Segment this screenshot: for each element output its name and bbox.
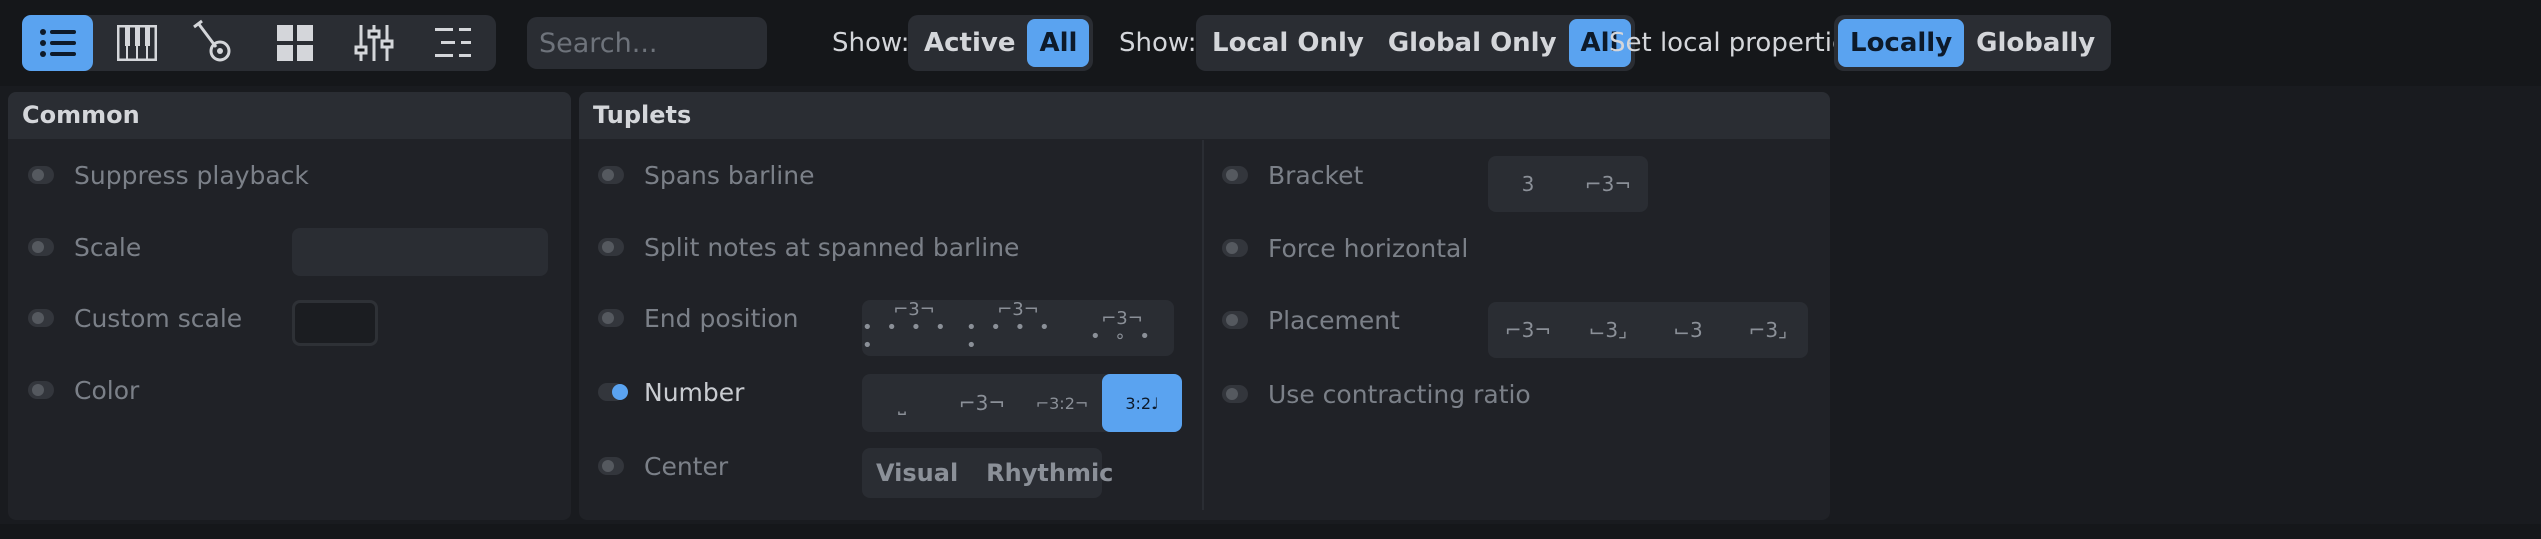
show-all-button[interactable]: All [1027,19,1090,67]
scale-label: Scale [74,232,142,262]
color-row: Color [28,370,139,410]
placement-options: ⌐3¬ ⌙3⌟ ⌙3 ⌐3⌟ [1488,302,1808,358]
scale-toggle[interactable] [28,238,54,256]
show-scope-label: Show: [1119,28,1197,58]
panel-icon-bar [22,15,496,71]
list-icon[interactable] [22,15,93,71]
guitar-icon[interactable] [180,15,251,71]
contracting-ratio-toggle[interactable] [1222,385,1248,403]
split-notes-row: Split notes at spanned barline [598,227,1019,267]
bracket-row: Bracket [1222,155,1363,195]
number-option-ratio[interactable]: ⌐3:2¬ [1022,374,1102,432]
spans-barline-row: Spans barline [598,155,814,195]
tuplets-column-divider [1202,140,1204,510]
bottom-bar [0,524,2541,539]
number-option-3[interactable]: ⌐3¬ [942,374,1022,432]
placement-toggle[interactable] [1222,311,1248,329]
number-label: Number [644,377,745,407]
local-only-button[interactable]: Local Only [1200,19,1376,67]
piano-icon[interactable] [101,15,172,71]
placement-option-2[interactable]: ⌙3⌟ [1568,302,1648,358]
split-notes-toggle[interactable] [598,238,624,256]
locally-button[interactable]: Locally [1838,19,1965,67]
bracket-label: Bracket [1268,160,1364,190]
bracket-option-bracket[interactable]: ⌐3¬ [1568,156,1648,212]
bracket-toggle[interactable] [1222,166,1248,184]
suppress-playback-row: Suppress playback [28,155,309,195]
center-visual-button[interactable]: Visual [862,448,972,498]
spans-barline-toggle[interactable] [598,166,624,184]
common-panel-title: Common [8,92,571,139]
scale-input[interactable] [292,228,548,276]
placement-option-3[interactable]: ⌙3 [1648,302,1728,358]
global-only-button[interactable]: Global Only [1376,19,1569,67]
show-active-button[interactable]: Active [912,19,1027,67]
placement-option-1[interactable]: ⌐3¬ [1488,302,1568,358]
center-options: Visual Rhythmic [862,448,1113,498]
custom-scale-row: Custom scale [28,298,242,338]
custom-scale-label: Custom scale [74,303,243,333]
center-label: Center [644,451,729,481]
sliders-icon[interactable] [338,15,409,71]
end-position-option-2[interactable]: ⌐3¬ • • • • • [966,300,1070,356]
end-position-option-3[interactable]: ⌐3¬ • ∘ • [1070,300,1174,356]
spans-barline-label: Spans barline [644,160,815,190]
suppress-playback-label: Suppress playback [74,160,309,190]
grid-icon[interactable] [259,15,330,71]
placement-option-4[interactable]: ⌐3⌟ [1728,302,1808,358]
force-horizontal-toggle[interactable] [1222,239,1248,257]
center-rhythmic-button[interactable]: Rhythmic [972,448,1127,498]
number-toggle[interactable] [598,383,628,401]
show-active-label: Show: [832,28,910,58]
set-local-toggle: Locally Globally [1834,15,2112,71]
end-position-toggle[interactable] [598,309,624,327]
bracket-option-number[interactable]: 3 [1488,156,1568,212]
custom-scale-toggle[interactable] [28,309,54,327]
contracting-ratio-row: Use contracting ratio [1222,374,1531,414]
force-horizontal-label: Force horizontal [1268,233,1469,263]
split-notes-label: Split notes at spanned barline [644,232,1020,262]
center-toggle[interactable] [598,457,624,475]
number-option-bracket[interactable]: ⎵ [862,374,942,432]
set-local-label: Set local properties: [1609,28,1871,58]
number-options: ⎵ ⌐3¬ ⌐3:2¬ 3:2♩ [862,374,1182,432]
toolbar: Show: Active All Show: Local Only Global… [0,0,2541,86]
placement-row: Placement [1222,300,1400,340]
globally-button[interactable]: Globally [1964,19,2107,67]
placement-label: Placement [1268,305,1400,335]
scale-row: Scale [28,227,141,267]
force-horizontal-row: Force horizontal [1222,228,1468,268]
color-label: Color [74,375,140,405]
contracting-ratio-label: Use contracting ratio [1268,379,1531,409]
end-position-label: End position [644,303,799,333]
number-row: Number [598,372,744,412]
show-active-toggle: Active All [908,15,1094,71]
end-position-options: ⌐3¬ • • • • • ⌐3¬ • • • • • ⌐3¬ • ∘ • [862,300,1174,356]
custom-scale-field[interactable] [292,300,378,346]
tuplets-panel-title: Tuplets [579,92,1830,139]
color-toggle[interactable] [28,381,54,399]
show-scope-toggle: Local Only Global Only All [1196,15,1635,71]
center-row: Center [598,446,728,486]
outline-icon[interactable] [417,15,488,71]
search-input[interactable] [527,17,767,69]
suppress-playback-toggle[interactable] [28,166,54,184]
bracket-options: 3 ⌐3¬ [1488,156,1648,212]
end-position-option-1[interactable]: ⌐3¬ • • • • • [862,300,966,356]
end-position-row: End position [598,298,798,338]
number-option-ratio-note[interactable]: 3:2♩ [1102,374,1182,432]
